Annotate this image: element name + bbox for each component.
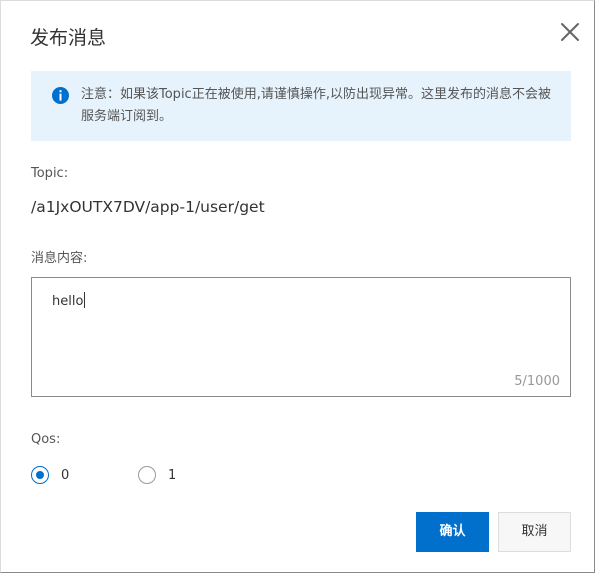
- publish-message-dialog: 发布消息 注意：如果该Topic正在被使用,请谨慎操作,以防出现异常。这里发布的…: [0, 0, 595, 573]
- qos-label: Qos:: [31, 432, 61, 447]
- notice-text: 注意：如果该Topic正在被使用,请谨慎操作,以防出现异常。这里发布的消息不会被…: [81, 87, 551, 124]
- close-icon[interactable]: [559, 21, 581, 43]
- dialog-title: 发布消息: [30, 27, 107, 49]
- radio-unchecked-icon[interactable]: [138, 466, 156, 484]
- topic-value: /a1JxOUTX7DV/app-1/user/get: [31, 198, 265, 216]
- confirm-button[interactable]: 确认: [416, 512, 489, 552]
- character-counter: 5/1000: [514, 374, 560, 389]
- info-icon: [52, 87, 69, 104]
- topic-label: Topic:: [31, 166, 69, 181]
- message-textarea[interactable]: hello 5/1000: [31, 277, 571, 397]
- qos-option-label-1: 1: [168, 467, 177, 483]
- qos-radio-0[interactable]: 0: [31, 465, 69, 485]
- notice-banner: 注意：如果该Topic正在被使用,请谨慎操作,以防出现异常。这里发布的消息不会被…: [31, 71, 571, 141]
- radio-checked-icon[interactable]: [31, 466, 49, 484]
- message-value[interactable]: hello: [52, 292, 86, 311]
- text-caret: [84, 292, 86, 308]
- message-label: 消息内容:: [31, 251, 88, 266]
- cancel-button[interactable]: 取消: [498, 512, 571, 552]
- message-text: hello: [52, 294, 84, 309]
- qos-radio-1[interactable]: 1: [138, 465, 176, 485]
- qos-option-label-0: 0: [61, 467, 70, 483]
